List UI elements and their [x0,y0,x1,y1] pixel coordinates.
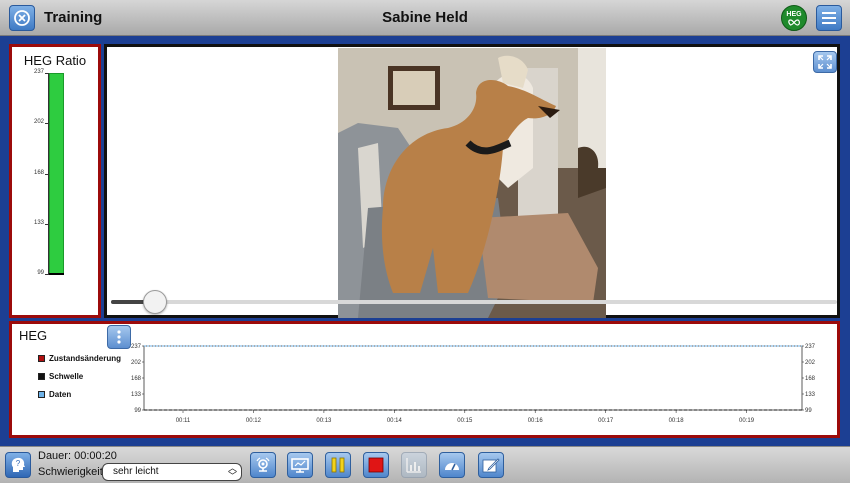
legend-item: Zustandsänderung [38,349,121,367]
legend-label: Daten [49,389,72,399]
edit-notes-button[interactable] [478,452,504,478]
help-button[interactable]: ? [5,452,31,478]
legend-swatch [38,354,45,362]
y-tick-label-left: 99 [134,408,141,414]
monitor-icon [291,458,309,473]
x-tick-label: 00:18 [669,418,685,424]
close-icon [14,10,30,26]
gauge-icon [445,463,459,471]
duration-label: Dauer: [38,450,72,462]
video-frame-image [338,48,606,318]
y-tick-label-right: 237 [805,344,816,350]
screen-title: Training [44,9,103,26]
ratio-tick-label: 99 [37,270,44,276]
statistics-button[interactable] [401,452,427,478]
bottom-bar: ? Dauer: 00:00:20 Schwierigkeit: sehr le… [0,446,850,483]
heg-ratio-bar [49,73,64,274]
seek-handle[interactable] [142,290,167,314]
difficulty-value: sehr leicht [113,466,159,477]
main-menu-button[interactable] [816,5,842,31]
close-button[interactable] [9,5,35,31]
y-tick-label-right: 202 [805,360,816,366]
edit-icon [482,458,500,473]
ratio-tick-label: 133 [33,219,44,226]
chart-icon [406,458,421,473]
gauge-button[interactable] [439,452,465,478]
difficulty-select[interactable]: sehr leicht ︿ ﹀ [102,463,242,481]
stop-button[interactable] [363,452,389,478]
x-tick-label: 00:13 [316,418,332,424]
y-tick-label-left: 133 [131,392,142,398]
ratio-tick-label: 202 [33,119,44,126]
heg-chart-title: HEG [19,328,48,343]
heg-status-badge[interactable]: HEG [781,5,807,31]
video-seek-bar[interactable] [111,300,837,304]
svg-text:?: ? [16,459,21,468]
training-video[interactable] [338,48,606,318]
legend-item: Daten [38,385,121,403]
ratio-threshold-marker [49,273,64,275]
y-tick-label-left: 202 [131,360,142,366]
heg-ratio-title: HEG Ratio [23,53,87,68]
plot-area [143,345,803,411]
y-tick-label-right: 133 [805,392,816,398]
hamburger-icon [822,12,836,24]
y-tick-label-right: 168 [805,376,816,382]
sensor-button[interactable] [250,452,276,478]
legend-swatch [38,390,45,398]
legend-label: Schwelle [49,371,84,381]
y-tick-label-left: 168 [131,376,142,382]
user-name: Sabine Held [382,9,468,26]
chart-legend: Zustandsänderung Schwelle Daten [38,349,121,403]
video-player [104,44,840,318]
heg-line-chart: 237 237 202 202 168 168 133 133 99 99 00:11 00:12 00… [131,344,816,424]
x-tick-label: 00:11 [176,418,191,424]
y-tick-label-left: 237 [131,344,142,350]
heg-ratio-panel: HEG Ratio 237 202 168 133 99 [9,44,101,318]
stop-icon [368,457,384,473]
x-tick-label: 00:16 [528,418,544,424]
select-arrows-icon: ︿ ﹀ [227,463,237,481]
x-tick-label: 00:19 [739,418,755,424]
x-tick-label: 00:17 [598,418,614,424]
sensor-icon [256,457,270,472]
ratio-tick-label: 237 [33,69,44,75]
top-bar: Training Sabine Held HEG [0,0,850,36]
difficulty-label: Schwierigkeit: [38,466,106,478]
heg-badge-label: HEG [786,10,802,18]
legend-swatch [38,372,45,380]
x-tick-label: 00:15 [457,418,473,424]
legend-label: Zustandsänderung [49,353,122,363]
duration-info: Dauer: 00:00:20 [38,450,117,462]
pause-icon [331,457,345,473]
heg-chart-panel: HEG Zustandsänderung Schwelle Daten 237 2… [9,321,840,438]
head-question-icon: ? [11,457,25,472]
legend-item: Schwelle [38,367,121,385]
infinity-icon [788,18,800,26]
y-tick-label-right: 99 [805,408,812,414]
x-tick-label: 00:12 [246,418,262,424]
duration-value: 00:00:20 [74,450,117,462]
ratio-tick-label: 168 [33,169,44,176]
fullscreen-icon [818,55,832,69]
x-tick-label: 00:14 [387,418,403,424]
fullscreen-button[interactable] [813,51,837,73]
monitor-button[interactable] [287,452,313,478]
vertical-dots-icon [117,330,121,344]
pause-button[interactable] [325,452,351,478]
